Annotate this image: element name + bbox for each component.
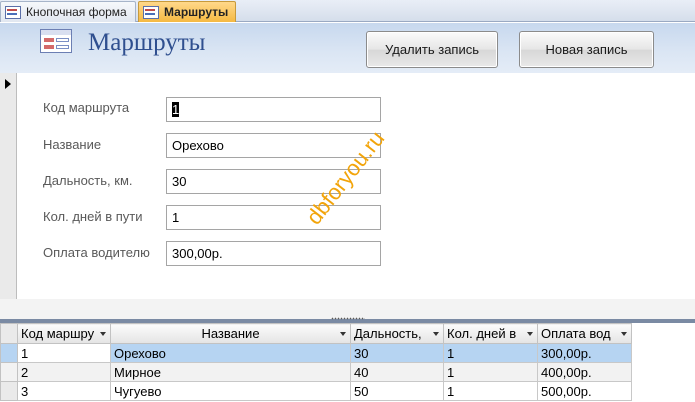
tab-switchboard[interactable]: Кнопочная форма: [0, 1, 136, 22]
cell-name[interactable]: Мирное: [110, 362, 351, 382]
days-field[interactable]: 1: [166, 205, 381, 230]
cell-name[interactable]: Орехово: [110, 343, 351, 363]
tab-label: Маршруты: [164, 5, 229, 19]
document-tab-bar: Кнопочная форма Маршруты: [0, 0, 695, 22]
sort-dropdown-icon[interactable]: [100, 332, 106, 336]
cell-route-code[interactable]: 2: [17, 362, 111, 382]
table-row[interactable]: 1 Орехово 30 1 300,00р.: [0, 343, 632, 363]
route-code-value: 1: [172, 102, 180, 117]
column-header-days[interactable]: Кол. дней в: [443, 323, 538, 344]
cell-payment[interactable]: 300,00р.: [537, 343, 632, 363]
delete-record-button[interactable]: Удалить запись: [366, 31, 498, 68]
distance-label: Дальность, км.: [43, 173, 133, 188]
split-form-splitter[interactable]: [0, 299, 695, 323]
cell-payment[interactable]: 400,00р.: [537, 362, 632, 382]
select-all-cell[interactable]: [0, 323, 18, 344]
form-icon: [5, 5, 21, 19]
route-code-field[interactable]: 1: [166, 97, 381, 122]
column-header-distance[interactable]: Дальность,: [350, 323, 444, 344]
row-selector[interactable]: [0, 343, 18, 363]
form-header: Маршруты Удалить запись Новая запись: [0, 23, 695, 73]
column-header-name[interactable]: Название: [110, 323, 351, 344]
cell-distance[interactable]: 30: [350, 343, 444, 363]
new-record-button[interactable]: Новая запись: [519, 31, 654, 68]
route-code-label: Код маршрута: [43, 100, 130, 115]
cell-days[interactable]: 1: [443, 343, 538, 363]
payment-field[interactable]: 300,00р.: [166, 241, 381, 266]
days-label: Кол. дней в пути: [43, 209, 143, 224]
row-selector[interactable]: [0, 381, 18, 401]
payment-label: Оплата водителю: [43, 245, 150, 260]
column-header-route-code[interactable]: Код маршру: [17, 323, 111, 344]
cell-route-code[interactable]: 3: [17, 381, 111, 401]
cell-distance[interactable]: 50: [350, 381, 444, 401]
form-title: Маршруты: [88, 29, 206, 56]
cell-payment[interactable]: 500,00р.: [537, 381, 632, 401]
cell-days[interactable]: 1: [443, 381, 538, 401]
cell-name[interactable]: Чугуево: [110, 381, 351, 401]
tab-label: Кнопочная форма: [26, 5, 127, 19]
splitter-grip-icon[interactable]: [331, 317, 365, 320]
table-row[interactable]: 2 Мирное 40 1 400,00р.: [0, 362, 632, 382]
table-row[interactable]: 3 Чугуево 50 1 500,00р.: [0, 381, 632, 401]
sort-dropdown-icon[interactable]: [527, 332, 533, 336]
form-logo-icon: [40, 29, 72, 53]
cell-distance[interactable]: 40: [350, 362, 444, 382]
sort-dropdown-icon[interactable]: [340, 332, 346, 336]
record-selector[interactable]: [0, 73, 17, 299]
sort-dropdown-icon[interactable]: [433, 332, 439, 336]
form-icon: [143, 5, 159, 19]
sort-dropdown-icon[interactable]: [621, 332, 627, 336]
current-record-arrow-icon: [5, 79, 11, 89]
column-header-payment[interactable]: Оплата вод: [537, 323, 632, 344]
datasheet: Код маршру Название Дальность, Кол. дней…: [0, 323, 695, 402]
datasheet-table: Код маршру Название Дальность, Кол. дней…: [0, 323, 632, 401]
tab-routes[interactable]: Маршруты: [138, 1, 236, 22]
cell-days[interactable]: 1: [443, 362, 538, 382]
name-label: Название: [43, 137, 102, 152]
row-selector[interactable]: [0, 362, 18, 382]
cell-route-code[interactable]: 1: [17, 343, 111, 363]
